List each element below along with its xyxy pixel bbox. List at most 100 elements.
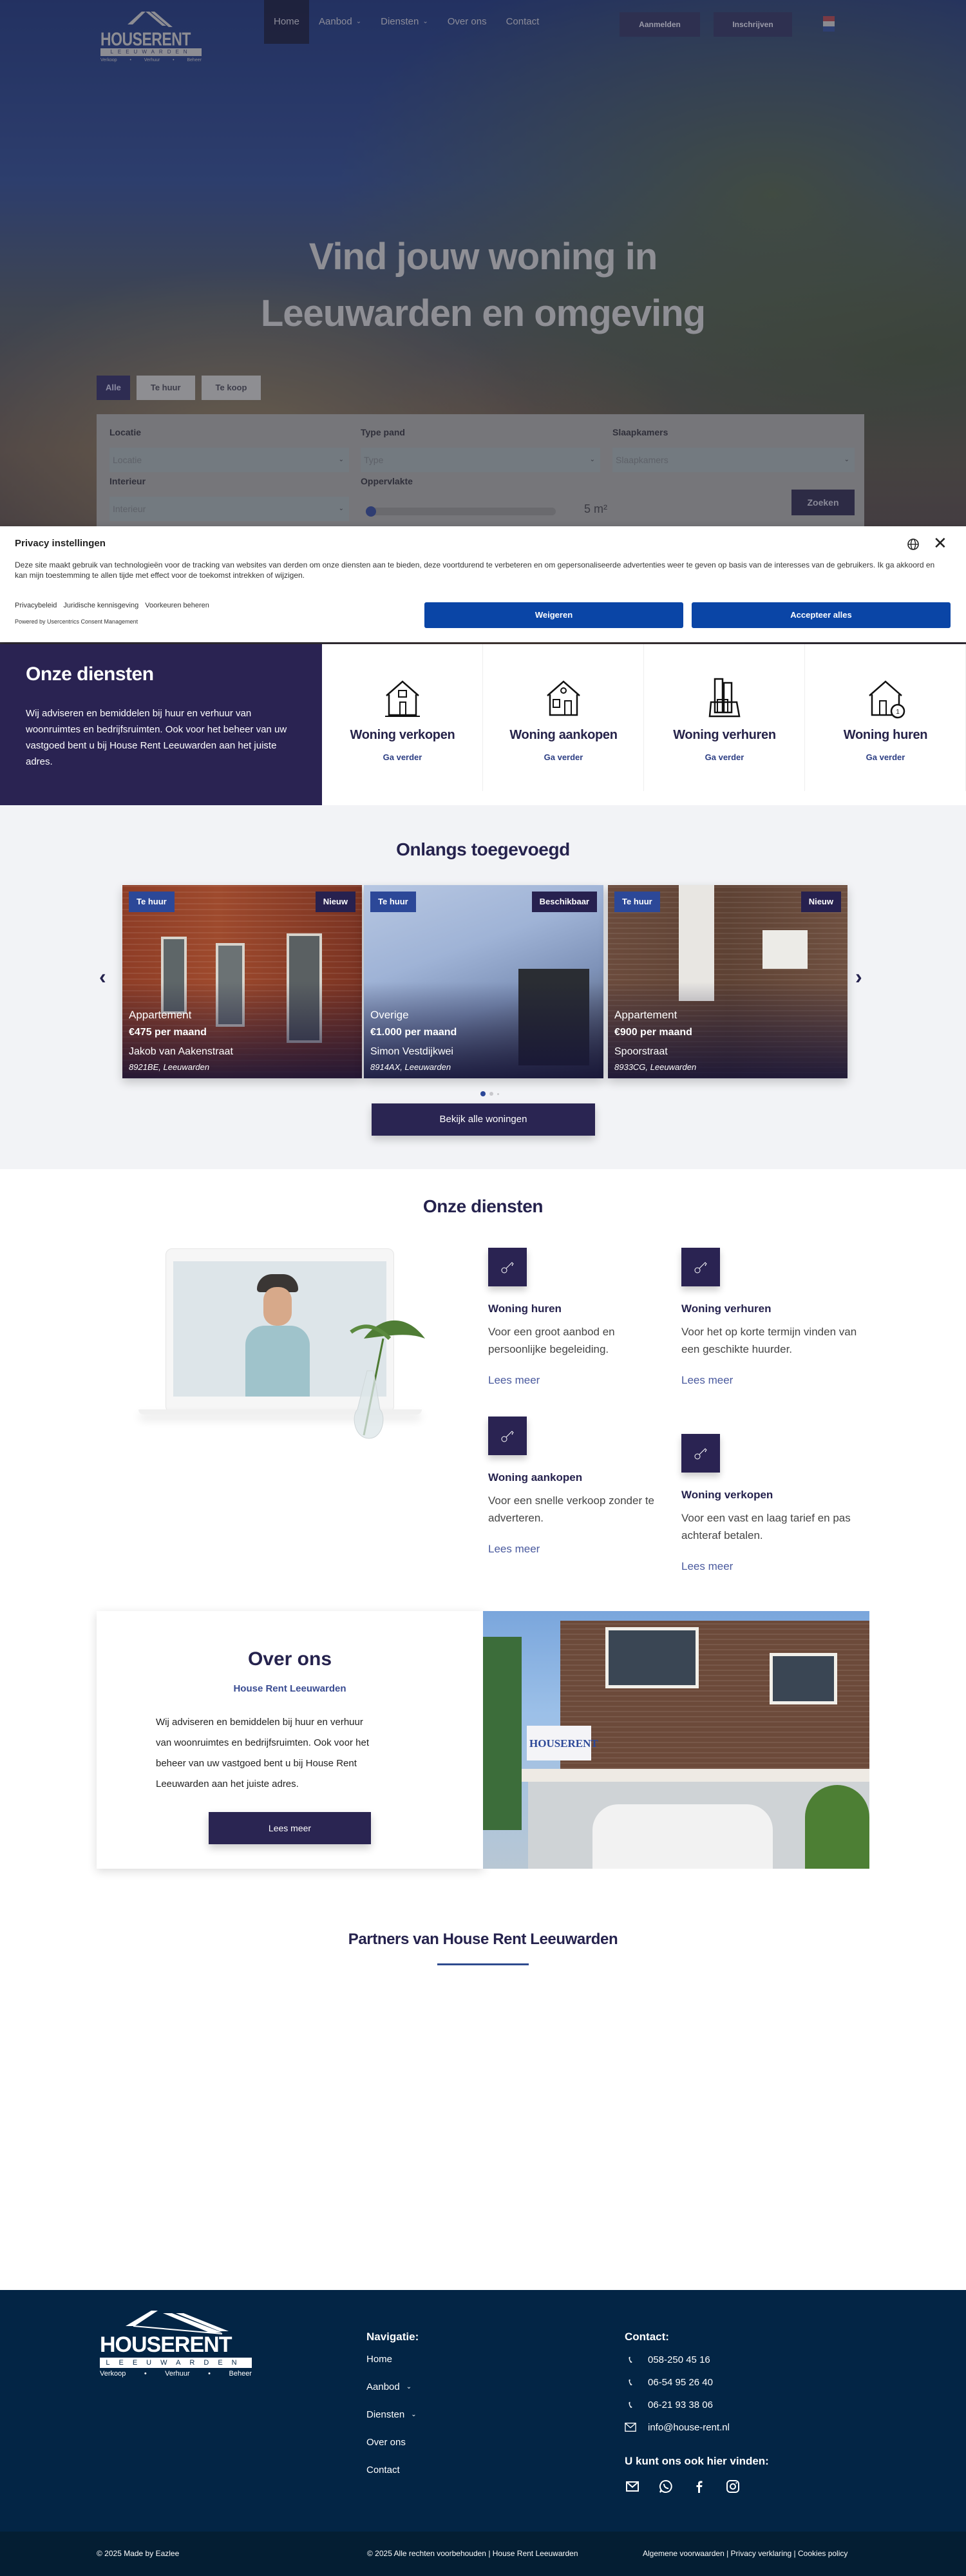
- read-more-link[interactable]: Lees meer: [681, 1374, 862, 1387]
- service-card-link[interactable]: Ga verder: [644, 752, 805, 762]
- about-read-more-button[interactable]: Lees meer: [209, 1812, 371, 1844]
- search-button[interactable]: Zoeken: [791, 490, 855, 515]
- login-button[interactable]: Aanmelden: [620, 12, 700, 37]
- nl-flag-icon[interactable]: [823, 16, 835, 32]
- made-by-link[interactable]: © 2025 Made by Eazlee: [97, 2549, 179, 2558]
- key-icon: [488, 1248, 527, 1286]
- nav-item-over-ons[interactable]: Over ons: [438, 0, 497, 44]
- phone-1[interactable]: 📞︎ 058-250 45 16: [625, 2354, 710, 2365]
- hero-title-line: Leeuwarden en omgeving: [260, 292, 706, 334]
- nav-item-home[interactable]: Home: [264, 0, 310, 44]
- listing-price: €1.000 per maand: [370, 1027, 457, 1038]
- buildings-icon: [708, 678, 741, 718]
- slaapkamers-select[interactable]: Slaapkamers ⌄: [612, 448, 855, 472]
- status-badge: Te huur: [614, 892, 660, 912]
- email-contact[interactable]: info@house-rent.nl: [625, 2421, 730, 2433]
- listing-street: Jakob van Aakenstraat: [129, 1046, 233, 1057]
- service-card-title: Woning verhuren: [673, 728, 776, 742]
- facebook-icon[interactable]: [692, 2479, 707, 2494]
- footer-logo[interactable]: HOUSERENT LEEUWARDEN Verkoop • Verhuur •…: [100, 2309, 254, 2380]
- view-all-listings-button[interactable]: Bekijk alle woningen: [372, 1103, 595, 1136]
- dress-shape: [245, 1326, 310, 1397]
- listing-card[interactable]: Te huur Nieuw Appartement €900 per maand…: [608, 885, 848, 1078]
- phone-number: 06-54 95 26 40: [648, 2376, 713, 2388]
- service-card-title: Woning verkopen: [350, 728, 455, 742]
- nav-item-contact[interactable]: Contact: [497, 0, 549, 44]
- listing-card[interactable]: Te huur Nieuw Appartement €475 per maand…: [122, 885, 362, 1078]
- phone-icon: 📞︎: [629, 2376, 632, 2388]
- mail-icon[interactable]: [625, 2479, 640, 2494]
- footer-nav-aanbod[interactable]: Aanbod ⌄: [366, 2381, 412, 2392]
- service-item: Woning verkopen Voor een vast en laag ta…: [681, 1434, 862, 1573]
- language-globe-icon[interactable]: [907, 538, 920, 551]
- service-card-link[interactable]: Ga verder: [483, 752, 644, 762]
- register-button[interactable]: Inschrijven: [714, 12, 792, 37]
- service-card-link[interactable]: Ga verder: [322, 752, 483, 762]
- type-select[interactable]: Type ⌄: [361, 448, 600, 472]
- phone-number: 06-21 93 38 06: [648, 2399, 713, 2410]
- slider-handle[interactable]: [366, 506, 376, 517]
- service-card[interactable]: Woning aankopen Ga verder: [483, 644, 644, 791]
- mail-icon: [625, 2423, 636, 2432]
- oppervlakte-slider[interactable]: [366, 506, 556, 517]
- nav-item-diensten[interactable]: Diensten ⌄: [371, 0, 438, 44]
- service-card[interactable]: Woning verhuren Ga verder: [644, 644, 805, 791]
- logo-tag: Verhuur: [165, 2370, 190, 2378]
- privacy-policy-link[interactable]: Privacybeleid: [15, 602, 57, 609]
- tab-te-koop[interactable]: Te koop: [201, 376, 261, 400]
- whatsapp-icon[interactable]: [658, 2479, 674, 2494]
- pagination-dot[interactable]: [497, 1092, 499, 1095]
- locatie-select[interactable]: Locatie ⌄: [109, 448, 349, 472]
- listing-price: €900 per maand: [614, 1027, 692, 1038]
- accept-cookies-button[interactable]: Accepteer alles: [692, 602, 951, 628]
- chevron-down-icon: ⌄: [411, 2411, 417, 2418]
- svg-text:1: 1: [896, 709, 900, 716]
- read-more-link[interactable]: Lees meer: [488, 1374, 668, 1387]
- nav-item-aanbod[interactable]: Aanbod ⌄: [309, 0, 371, 44]
- hero-title: Vind jouw woning in Leeuwarden en omgevi…: [0, 229, 966, 342]
- service-card-link[interactable]: Ga verder: [805, 752, 966, 762]
- service-card[interactable]: 1 Woning huren Ga verder: [805, 644, 966, 791]
- house-buy-icon: [547, 680, 580, 716]
- tab-te-huur[interactable]: Te huur: [136, 376, 195, 400]
- phone-3[interactable]: 📞︎ 06-21 93 38 06: [625, 2399, 713, 2410]
- cookie-text: Deze site maakt gebruik van technologieë…: [15, 560, 935, 580]
- carousel-next-arrow[interactable]: ›: [855, 965, 862, 989]
- service-card[interactable]: Woning verkopen Ga verder: [322, 644, 483, 791]
- tab-alle[interactable]: Alle: [97, 376, 130, 400]
- read-more-link[interactable]: Lees meer: [488, 1543, 668, 1556]
- carousel-prev-arrow[interactable]: ‹: [99, 965, 106, 989]
- cookie-links: Privacybeleid Juridische kennisgeving Vo…: [15, 602, 209, 609]
- manage-preferences-link[interactable]: Voorkeuren beheren: [145, 602, 209, 609]
- site-logo[interactable]: HOUSERENT LEEUWARDEN Verkoop • Verhuur •…: [98, 8, 207, 62]
- service-text: Voor een snelle verkoop zonder te advert…: [488, 1494, 655, 1524]
- legal-notice-link[interactable]: Juridische kennisgeving: [63, 602, 138, 609]
- footer-nav-over-ons[interactable]: Over ons: [366, 2437, 406, 2448]
- pagination-dot-active[interactable]: [480, 1091, 486, 1096]
- select-placeholder: Type: [364, 455, 384, 465]
- instagram-icon[interactable]: [725, 2479, 741, 2494]
- legal-links[interactable]: Algemene voorwaarden | Privacy verklarin…: [643, 2549, 848, 2558]
- listing-price: €475 per maand: [129, 1027, 207, 1038]
- copyright-text: © 2025 Alle rechten voorbehouden | House…: [367, 2549, 578, 2558]
- select-placeholder: Locatie: [113, 455, 142, 465]
- phone-2[interactable]: 📞︎ 06-54 95 26 40: [625, 2376, 713, 2388]
- listing-card[interactable]: Te huur Beschikbaar Overige €1.000 per m…: [364, 885, 603, 1078]
- service-text: Voor het op korte termijn vinden van een…: [681, 1326, 857, 1355]
- logo-tag-dot: •: [129, 58, 131, 62]
- footer-nav-home[interactable]: Home: [366, 2354, 392, 2365]
- close-icon[interactable]: ✕: [933, 534, 947, 552]
- carousel-pagination: [480, 1091, 499, 1096]
- read-more-link[interactable]: Lees meer: [681, 1560, 862, 1573]
- footer-nav-contact[interactable]: Contact: [366, 2465, 400, 2476]
- chevron-down-icon: ⌄: [406, 2383, 412, 2390]
- footer-nav-diensten[interactable]: Diensten ⌄: [366, 2409, 417, 2420]
- logo-tag: Verkoop: [100, 58, 117, 62]
- pagination-dot[interactable]: [489, 1092, 493, 1096]
- select-placeholder: Slaapkamers: [616, 455, 668, 465]
- footer-nav-title: Navigatie:: [366, 2331, 419, 2343]
- deny-cookies-button[interactable]: Weigeren: [424, 602, 683, 628]
- logo-tag: Verkoop: [100, 2370, 126, 2378]
- face-shape: [263, 1287, 292, 1326]
- interieur-select[interactable]: Interieur ⌄: [109, 497, 349, 521]
